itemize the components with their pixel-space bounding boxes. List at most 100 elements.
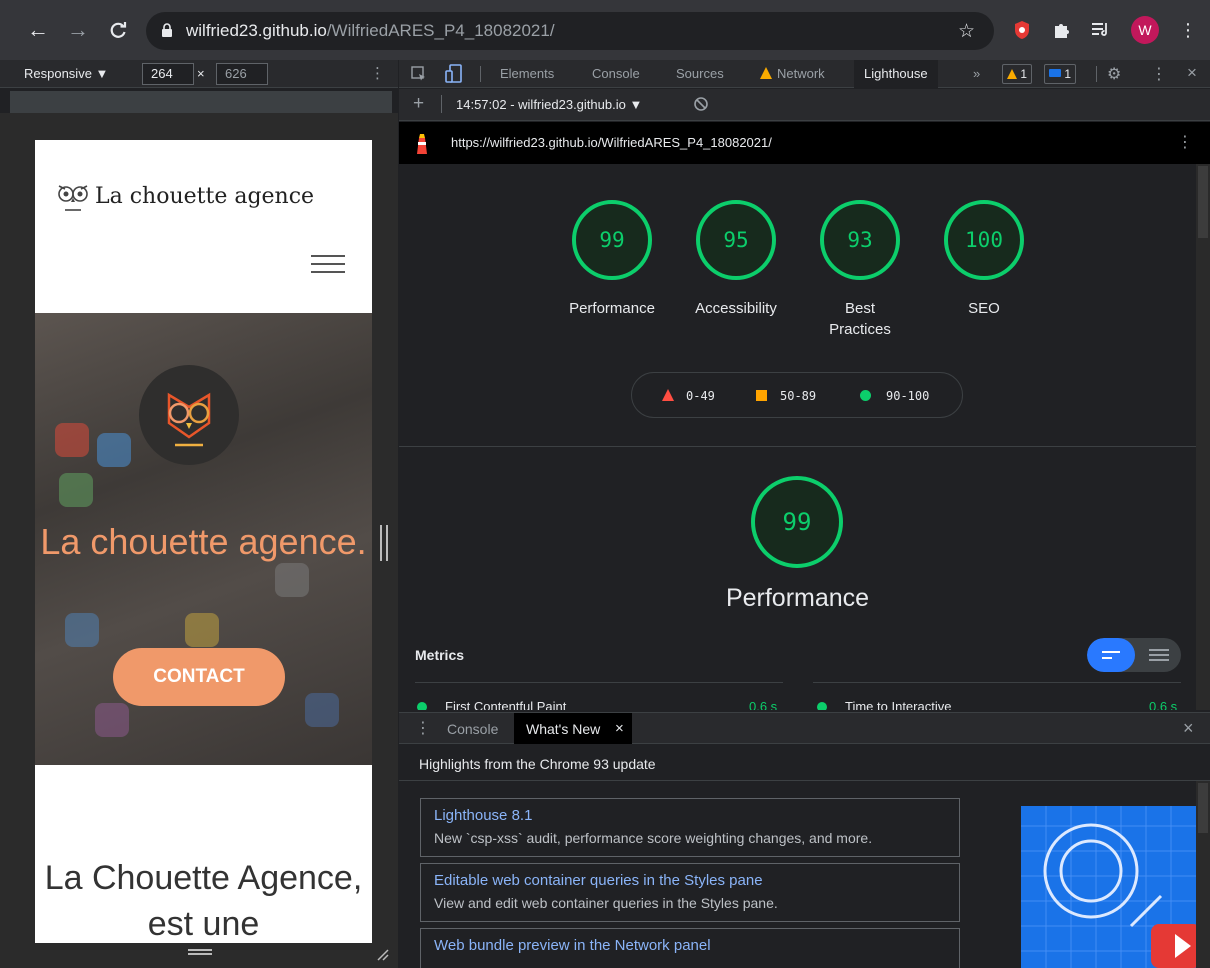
drawer-menu-icon[interactable]: ⋮: [415, 718, 431, 738]
score-gauge-best-practices[interactable]: 93: [820, 200, 900, 280]
tab-lighthouse[interactable]: Lighthouse: [854, 60, 938, 88]
news-item[interactable]: Lighthouse 8.1 New `csp-xss` audit, perf…: [420, 798, 960, 857]
viewport-resize-handle[interactable]: [380, 525, 388, 561]
more-vert-icon[interactable]: ⋮: [1174, 16, 1202, 44]
score-label-best-practices: Best Practices: [829, 300, 891, 338]
messages-count: 1: [1064, 67, 1072, 81]
drawer-tabbar: ⋮ Console What's New × ×: [399, 712, 1210, 744]
back-icon[interactable]: ←: [22, 14, 54, 46]
close-tab-icon[interactable]: ×: [615, 720, 624, 737]
address-bar[interactable]: wilfried23.github.io/WilfriedARES_P4_180…: [146, 12, 994, 50]
browser-toolbar: ← → wilfried23.github.io/WilfriedARES_P4…: [0, 0, 1210, 60]
metric-pass-icon: [417, 702, 427, 710]
viewport-width-input[interactable]: 264: [142, 63, 194, 85]
lock-icon[interactable]: [162, 23, 172, 37]
metrics-rule: [415, 682, 783, 683]
average-square-icon: [756, 390, 767, 401]
report-url-bar: https://wilfried23.github.io/WilfriedARE…: [399, 122, 1210, 164]
report-selector[interactable]: 14:57:02 - wilfried23.github.io ▼: [456, 97, 642, 112]
more-tabs-icon[interactable]: »: [973, 60, 980, 88]
reload-icon[interactable]: [102, 14, 134, 46]
news-item[interactable]: Editable web container queries in the St…: [420, 863, 960, 922]
score-gauge-accessibility[interactable]: 95: [696, 200, 776, 280]
warnings-count: 1: [1020, 67, 1028, 81]
devtools-tabbar: Elements Console Sources Network Lightho…: [399, 60, 1210, 88]
corner-resize-icon[interactable]: [376, 948, 390, 962]
lighthouse-toolbar: + 14:57:02 - wilfried23.github.io ▼: [399, 89, 1210, 121]
drawer-tab-whats-new-label: What's New: [526, 721, 601, 737]
media-query-bar[interactable]: [10, 91, 392, 113]
devtools-more-icon[interactable]: ⋮: [1151, 64, 1167, 84]
whats-new-header: Highlights from the Chrome 93 update: [399, 745, 1210, 781]
hero-bg-app: [305, 693, 339, 727]
hero-bg-app: [97, 433, 131, 467]
warning-icon: [759, 66, 773, 80]
news-title[interactable]: Lighthouse 8.1: [434, 805, 948, 827]
device-more-icon[interactable]: ⋮: [370, 64, 385, 82]
report-scrollbar[interactable]: [1196, 164, 1210, 710]
metrics-view-toggle[interactable]: [1087, 638, 1181, 672]
device-toggle-icon[interactable]: [445, 64, 463, 84]
score-legend: 0-49 50-89 90-100: [631, 372, 963, 418]
site-brand[interactable]: La chouette agence: [95, 184, 314, 209]
hero-title: La chouette agence.: [40, 521, 367, 562]
metric-fcp-name: First Contentful Paint: [445, 699, 567, 710]
fail-triangle-icon: [662, 389, 674, 401]
forward-icon[interactable]: →: [62, 14, 94, 46]
legend-average-range: 50-89: [780, 389, 817, 403]
responsive-dropdown[interactable]: Responsive ▼: [24, 66, 108, 81]
new-report-icon[interactable]: +: [413, 93, 424, 115]
video-thumbnail[interactable]: [1021, 806, 1197, 968]
hamburger-menu-icon[interactable]: [311, 255, 345, 275]
close-drawer-icon[interactable]: ×: [1183, 718, 1194, 739]
tab-console[interactable]: Console: [592, 60, 640, 88]
url-host: wilfried23.github.io: [186, 21, 327, 40]
report-more-icon[interactable]: ⋮: [1177, 132, 1193, 152]
news-item[interactable]: Web bundle preview in the Network panel: [420, 928, 960, 968]
tab-separator: [480, 66, 481, 82]
puzzle-icon[interactable]: [1047, 16, 1075, 44]
score-gauge-performance[interactable]: 99: [572, 200, 652, 280]
star-icon[interactable]: ☆: [958, 20, 975, 43]
hero-bg-app: [65, 613, 99, 647]
clear-reports-icon[interactable]: [693, 96, 709, 112]
metrics-rule: [813, 682, 1181, 683]
warnings-counter[interactable]: 1: [1002, 64, 1033, 84]
metrics-heading: Metrics: [415, 647, 465, 663]
drawer-scrollbar-thumb[interactable]: [1198, 783, 1208, 833]
hero-owl-icon: [139, 365, 239, 465]
news-title[interactable]: Web bundle preview in the Network panel: [434, 935, 948, 957]
device-toolbar: Responsive ▼ 264 × 626 ⋮: [0, 60, 398, 88]
score-gauge-seo[interactable]: 100: [944, 200, 1024, 280]
profile-avatar[interactable]: W: [1131, 16, 1159, 44]
bottom-resize-handle[interactable]: [188, 949, 212, 955]
viewport-height-input[interactable]: 626: [216, 63, 268, 85]
close-devtools-icon[interactable]: ×: [1187, 63, 1197, 83]
news-title[interactable]: Editable web container queries in the St…: [434, 870, 948, 892]
tab-elements[interactable]: Elements: [500, 60, 554, 88]
legend-fail-range: 0-49: [686, 389, 715, 403]
expanded-view-icon[interactable]: [1143, 638, 1181, 672]
tab-sources[interactable]: Sources: [676, 60, 724, 88]
drawer-tab-whats-new[interactable]: What's New ×: [514, 713, 632, 744]
contact-button[interactable]: CONTACT: [113, 648, 285, 706]
compact-view-icon[interactable]: [1087, 638, 1135, 672]
hero-section: La chouette agence. CONTACT: [35, 313, 372, 765]
report-url[interactable]: https://wilfried23.github.io/WilfriedARE…: [451, 135, 772, 150]
section-divider: [399, 446, 1196, 447]
messages-counter[interactable]: 1: [1044, 64, 1077, 84]
inspect-element-icon[interactable]: [411, 66, 427, 82]
emulated-page: La chouette agence La chouette agence. C…: [35, 140, 372, 943]
lighthouse-logo-icon: [415, 134, 429, 154]
url-path: /WilfriedARES_P4_18082021/: [326, 21, 555, 40]
settings-gear-icon[interactable]: ⚙: [1107, 64, 1121, 84]
score-label-accessibility: Accessibility: [695, 300, 777, 317]
tab-network[interactable]: Network: [777, 60, 825, 88]
report-scrollbar-thumb[interactable]: [1198, 166, 1208, 238]
reading-list-icon[interactable]: [1087, 16, 1115, 44]
drawer-tab-console[interactable]: Console: [447, 721, 498, 737]
performance-title: Performance: [725, 584, 870, 612]
extension-shield-icon[interactable]: [1008, 16, 1036, 44]
intro-heading: La Chouette Agence, est une: [44, 859, 363, 943]
hero-bg-app: [185, 613, 219, 647]
